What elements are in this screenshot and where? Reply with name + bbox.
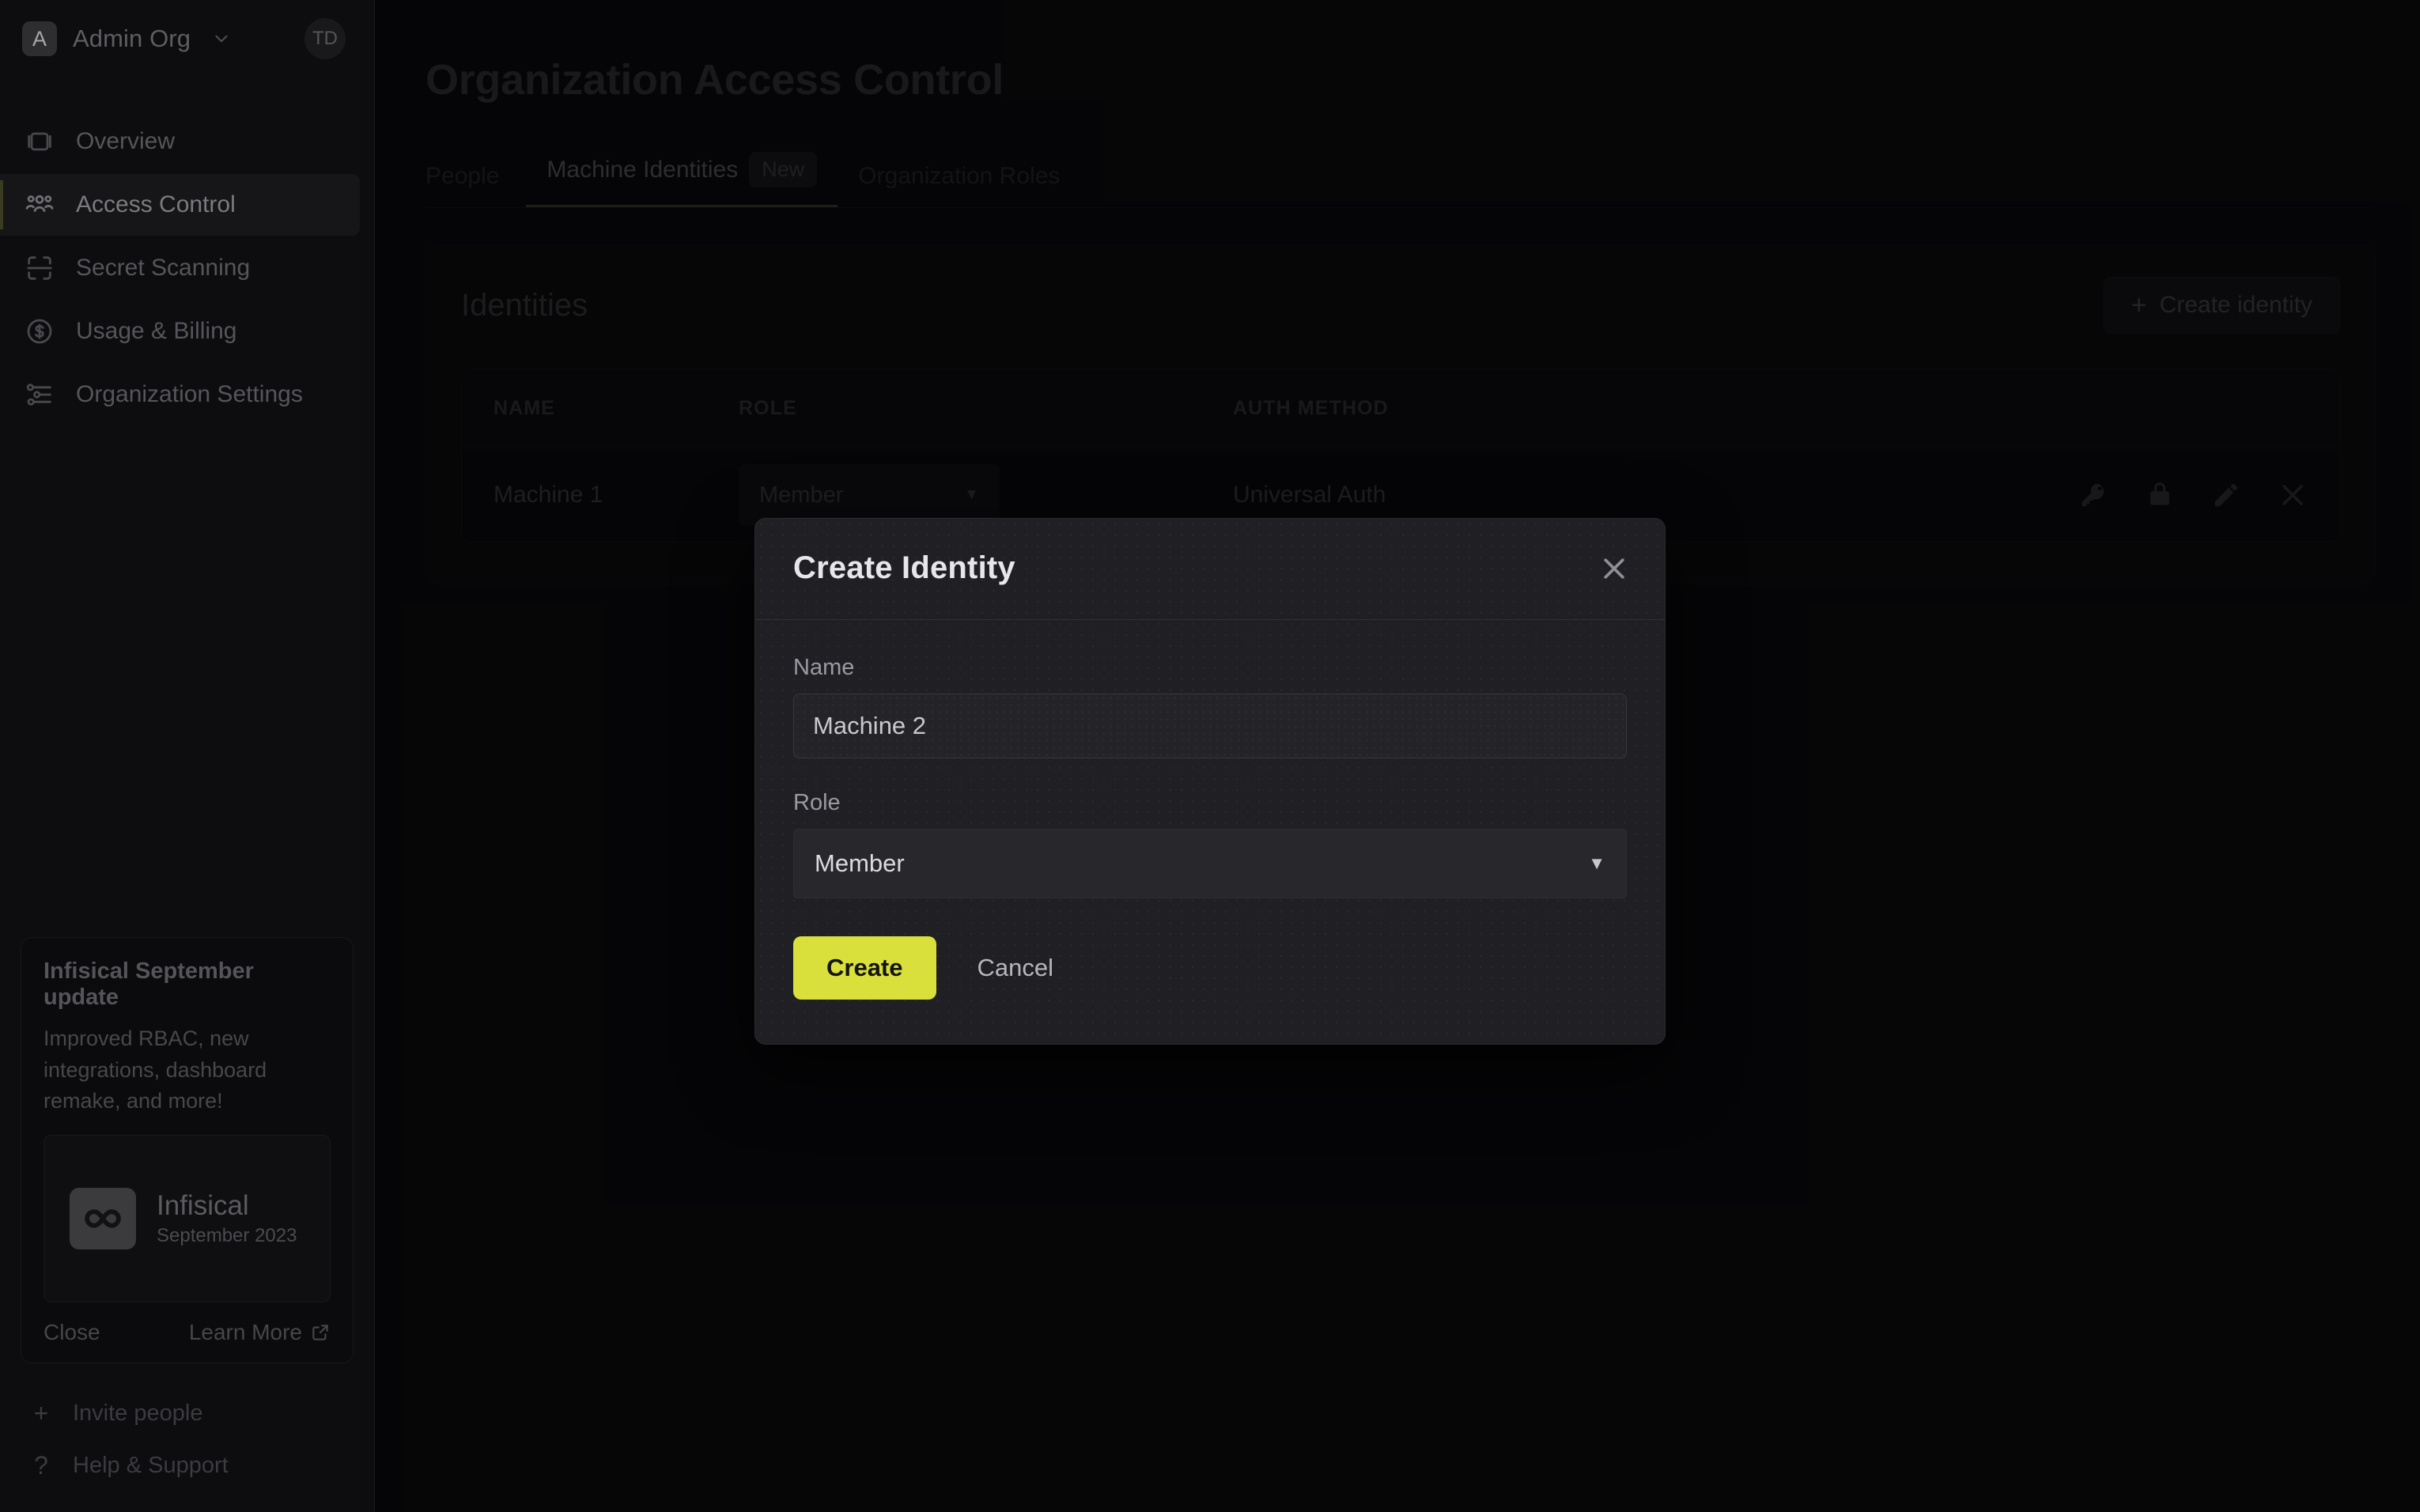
role-select[interactable]: Member ▼ [793, 829, 1627, 898]
name-field-label: Name [793, 655, 855, 680]
chevron-down-icon[interactable] [211, 28, 232, 49]
cancel-button[interactable]: Cancel [949, 936, 1083, 1000]
sidebar-item-label: Organization Settings [76, 381, 303, 407]
org-name[interactable]: Admin Org [73, 25, 191, 53]
promo-card: Infisical September update Improved RBAC… [21, 936, 354, 1363]
sidebar-item-usage-billing[interactable]: Usage & Billing [0, 301, 360, 362]
infinity-icon [70, 1188, 136, 1249]
role-select-value: Member [815, 849, 905, 877]
invite-people-link[interactable]: + Invite people [0, 1387, 374, 1439]
modal-body: Name Machine 2 Role Member ▼ Create Canc… [755, 620, 1665, 1044]
close-x-icon[interactable] [1598, 553, 1630, 584]
promo-date: September 2023 [157, 1224, 297, 1246]
sidebar-item-access-control[interactable]: Access Control [0, 174, 360, 236]
sidebar: A Admin Org TD Overview Access Control S… [0, 0, 375, 1512]
question-mark-icon: ? [34, 1450, 48, 1480]
caret-down-icon: ▼ [1588, 853, 1605, 873]
users-group-icon [24, 189, 55, 221]
name-input[interactable]: Machine 2 [793, 694, 1627, 758]
sidebar-nav: Overview Access Control Secret Scanning … [0, 111, 374, 427]
promo-media-text: Infisical September 2023 [157, 1190, 297, 1246]
app-root: A Admin Org TD Overview Access Control S… [0, 0, 2420, 1512]
org-switcher-bar: A Admin Org TD [0, 0, 374, 77]
modal-header: Create Identity [755, 519, 1665, 620]
promo-title: Infisical September update [43, 958, 254, 1010]
field-gap [793, 758, 1627, 790]
dollar-circle-icon [24, 316, 55, 347]
sidebar-item-label: Access Control [76, 191, 236, 217]
promo-learn-more-label: Learn More [188, 1320, 302, 1344]
promo-actions: Close Learn More [43, 1320, 331, 1345]
sidebar-item-secret-scanning[interactable]: Secret Scanning [0, 237, 360, 299]
help-support-link[interactable]: ? Help & Support [0, 1439, 374, 1491]
sidebar-bottom-links: + Invite people ? Help & Support [0, 1387, 374, 1512]
promo-close-link[interactable]: Close [43, 1320, 100, 1345]
sidebar-item-organization-settings[interactable]: Organization Settings [0, 364, 360, 425]
promo-media: Infisical September 2023 [43, 1135, 331, 1302]
promo-body: Improved RBAC, new integrations, dashboa… [43, 1026, 267, 1113]
plus-icon: + [33, 1398, 49, 1427]
sidebar-item-label: Usage & Billing [76, 318, 237, 344]
create-identity-modal: Create Identity Name Machine 2 Role Memb… [754, 518, 1666, 1045]
help-support-label: Help & Support [73, 1452, 229, 1478]
scan-frame-icon [24, 252, 55, 284]
create-button[interactable]: Create [793, 936, 936, 1000]
sidebar-item-label: Overview [76, 128, 176, 154]
modal-actions: Create Cancel [793, 936, 1627, 1000]
modal-title: Create Identity [793, 550, 1015, 585]
role-field-label: Role [793, 790, 841, 815]
promo-brand: Infisical [157, 1190, 249, 1222]
sliders-icon [24, 379, 55, 410]
sidebar-item-overview[interactable]: Overview [0, 111, 360, 172]
org-badge: A [22, 21, 57, 56]
avatar[interactable]: TD [304, 18, 346, 59]
external-link-icon [310, 1322, 331, 1343]
layers-icon [24, 126, 55, 157]
sidebar-item-label: Secret Scanning [76, 255, 251, 281]
promo-learn-more-link[interactable]: Learn More [189, 1320, 331, 1345]
invite-people-label: Invite people [73, 1400, 203, 1426]
